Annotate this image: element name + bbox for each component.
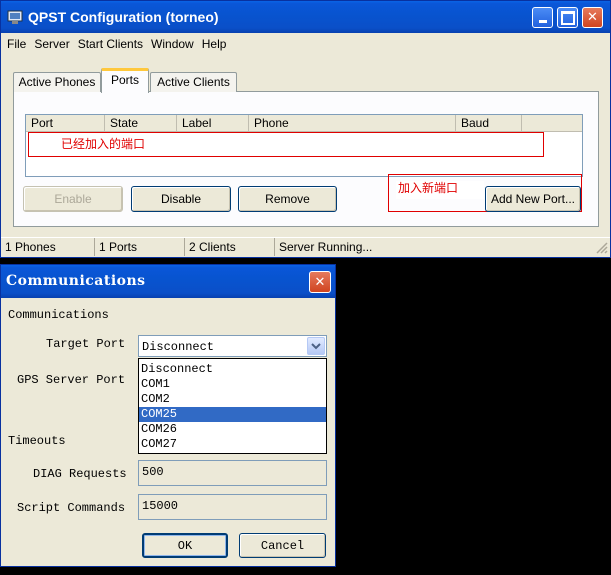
target-port-select[interactable]: Disconnect <box>138 335 327 357</box>
status-phones: 1 Phones <box>1 238 95 256</box>
status-clients: 2 Clients <box>185 238 275 256</box>
list-header: Port State Label Phone Baud <box>26 115 582 132</box>
menu-server[interactable]: Server <box>30 37 73 51</box>
annotation-added-text: 已经加入的端口 <box>61 137 146 151</box>
gps-server-port-label: GPS Server Port <box>17 373 126 387</box>
enable-button[interactable]: Enable <box>23 186 123 212</box>
minimize-icon <box>538 20 547 23</box>
col-filler <box>522 115 582 131</box>
comm-titlebar[interactable]: Communications ✕ <box>1 265 335 298</box>
comm-dialog: Communications ✕ Communications Target P… <box>0 264 336 567</box>
col-baud[interactable]: Baud <box>456 115 522 131</box>
main-titlebar[interactable]: QPST Configuration (torneo) ✕ <box>1 1 610 33</box>
script-commands-label: Script Commands <box>17 501 126 515</box>
diag-requests-label: DIAG Requests <box>33 467 127 481</box>
col-port[interactable]: Port <box>26 115 105 131</box>
dropdown-button[interactable] <box>307 337 325 355</box>
close-icon: ✕ <box>587 10 598 25</box>
menu-help[interactable]: Help <box>198 37 231 51</box>
target-port-dropdown[interactable]: Disconnect COM1 COM2 COM25 COM26 COM27 <box>138 358 327 454</box>
status-bar: 1 Phones 1 Ports 2 Clients Server Runnin… <box>1 237 610 257</box>
tab-active-phones[interactable]: Active Phones <box>13 72 101 92</box>
minimize-button[interactable] <box>532 7 553 28</box>
option-disconnect[interactable]: Disconnect <box>139 362 326 377</box>
disable-button[interactable]: Disable <box>131 186 231 212</box>
col-phone[interactable]: Phone <box>249 115 456 131</box>
option-com2[interactable]: COM2 <box>139 392 326 407</box>
maximize-icon <box>560 10 575 25</box>
annotation-new-text: 加入新端口 <box>396 181 484 199</box>
comm-close-button[interactable]: ✕ <box>309 271 331 293</box>
tab-ports[interactable]: Ports <box>101 68 149 93</box>
add-new-port-button[interactable]: Add New Port... <box>485 186 581 212</box>
script-commands-value: 15000 <box>142 499 179 513</box>
diag-requests-field[interactable]: 500 <box>138 460 327 486</box>
option-com26[interactable]: COM26 <box>139 422 326 437</box>
close-button[interactable]: ✕ <box>582 7 603 28</box>
cancel-button[interactable]: Cancel <box>239 533 326 558</box>
target-port-value: Disconnect <box>142 340 215 354</box>
resize-grip-icon[interactable] <box>596 238 610 256</box>
menu-window[interactable]: Window <box>147 37 198 51</box>
menu-file[interactable]: File <box>3 37 30 51</box>
option-com25[interactable]: COM25 <box>139 407 326 422</box>
script-commands-field[interactable]: 15000 <box>138 494 327 520</box>
tab-active-clients[interactable]: Active Clients <box>150 72 237 92</box>
menu-bar: File Server Start Clients Window Help <box>3 35 230 53</box>
close-icon: ✕ <box>314 274 326 290</box>
option-com1[interactable]: COM1 <box>139 377 326 392</box>
comm-group-label: Communications <box>8 308 109 322</box>
target-port-label: Target Port <box>46 337 126 351</box>
main-title: QPST Configuration (torneo) <box>28 9 219 25</box>
status-ports: 1 Ports <box>95 238 185 256</box>
maximize-button[interactable] <box>557 7 578 28</box>
col-label[interactable]: Label <box>177 115 249 131</box>
main-window: QPST Configuration (torneo) ✕ File Serve… <box>0 0 611 258</box>
ok-button[interactable]: OK <box>142 533 228 558</box>
menu-start-clients[interactable]: Start Clients <box>74 37 147 51</box>
comm-title: Communications <box>6 273 146 289</box>
timeouts-label: Timeouts <box>8 434 66 448</box>
status-server: Server Running... <box>279 240 373 254</box>
app-icon <box>7 9 23 25</box>
diag-requests-value: 500 <box>142 465 164 479</box>
remove-button[interactable]: Remove <box>238 186 337 212</box>
chevron-down-icon <box>311 343 321 350</box>
col-state[interactable]: State <box>105 115 177 131</box>
option-com27[interactable]: COM27 <box>139 437 326 452</box>
